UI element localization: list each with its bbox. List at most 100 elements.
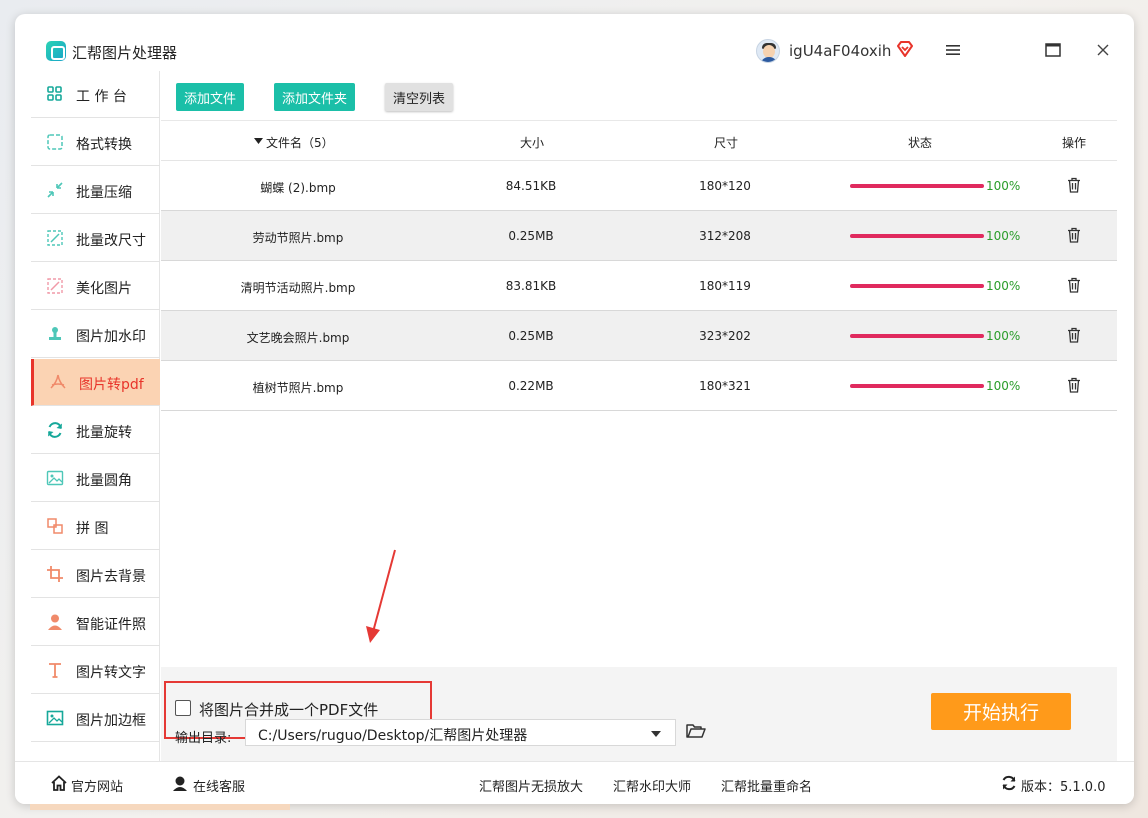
headset-icon	[173, 776, 187, 791]
trash-icon[interactable]	[1067, 177, 1081, 193]
sidebar-item-3[interactable]: 批量改尺寸	[31, 215, 160, 262]
sidebar-item-6[interactable]: 图片转pdf	[31, 359, 160, 406]
table-row[interactable]: 文艺晚会照片.bmp 0.25MB 323*202 100%	[161, 311, 1117, 361]
sidebar-item-4[interactable]: 美化图片	[31, 263, 160, 310]
footer-link-watermark[interactable]: 汇帮水印大师	[613, 776, 691, 795]
close-icon	[1097, 44, 1109, 56]
username[interactable]: igU4aF04oxih	[789, 42, 891, 60]
file-table: 文件名（5） 大小 尺寸 状态 操作 蝴蝶 (2).bmp 84.51KB 180*…	[161, 121, 1117, 411]
sidebar-item-label: 格式转换	[76, 137, 132, 153]
progress-bar	[850, 234, 984, 238]
start-button[interactable]: 开始执行	[931, 693, 1071, 730]
table-row[interactable]: 植树节照片.bmp 0.22MB 180*321 100%	[161, 361, 1117, 411]
trash-icon[interactable]	[1067, 277, 1081, 293]
merge-pdf-checkbox[interactable]	[175, 700, 191, 716]
trash-icon[interactable]	[1067, 327, 1081, 343]
close-button[interactable]	[1089, 36, 1117, 64]
header-size: 大小	[520, 136, 545, 150]
sidebar-item-label: 图片转文字	[76, 665, 146, 681]
footer-link-upscale[interactable]: 汇帮图片无损放大	[479, 776, 583, 795]
puzzle-icon	[46, 517, 64, 535]
folder-open-icon[interactable]	[686, 723, 706, 739]
refresh-icon[interactable]	[1001, 775, 1017, 791]
header-status: 状态	[908, 136, 933, 150]
table-header: 文件名（5） 大小 尺寸 状态 操作	[161, 121, 1117, 161]
app-logo-icon	[46, 41, 66, 61]
sidebar-item-13[interactable]: 图片加边框	[31, 695, 160, 742]
progress-percent: 100%	[986, 379, 1021, 393]
online-support-link[interactable]: 在线客服	[193, 776, 245, 795]
file-size-cell: 0.25MB	[508, 329, 554, 343]
resize-icon	[46, 229, 64, 247]
person-icon	[46, 613, 64, 631]
sidebar-item-label: 图片转pdf	[79, 377, 144, 393]
file-name-cell: 劳动节照片.bmp	[252, 231, 344, 245]
menu-button[interactable]	[939, 36, 967, 64]
sidebar-item-9[interactable]: 拼 图	[31, 503, 160, 550]
maximize-button[interactable]	[1039, 36, 1067, 64]
trash-icon[interactable]	[1067, 227, 1081, 243]
add-folder-button[interactable]: 添加文件夹	[274, 83, 356, 111]
app-title: 汇帮图片处理器	[72, 44, 178, 62]
round-corner-icon	[46, 469, 64, 487]
vip-diamond-icon[interactable]	[896, 41, 914, 57]
watermark-icon	[46, 325, 64, 343]
file-dimension-cell: 180*321	[699, 379, 751, 393]
progress-bar	[850, 184, 984, 188]
output-dir-value: C:/Users/ruguo/Desktop/汇帮图片处理器	[258, 728, 528, 744]
sidebar-item-12[interactable]: 图片转文字	[31, 647, 160, 694]
output-dir-label: 输出目录:	[175, 731, 232, 746]
footer: 官方网站 在线客服 汇帮图片无损放大 汇帮水印大师 汇帮批量重命名 版本：5.1…	[15, 761, 1134, 804]
progress-percent: 100%	[986, 279, 1021, 293]
table-row[interactable]: 清明节活动照片.bmp 83.81KB 180*119 100%	[161, 261, 1117, 311]
trash-icon[interactable]	[1067, 377, 1081, 393]
beautify-icon	[46, 277, 64, 295]
decorative-strip	[30, 804, 290, 810]
file-dimension-cell: 180*120	[699, 179, 751, 193]
title-bar: 汇帮图片处理器 igU4aF04oxih	[15, 14, 1134, 72]
merge-pdf-label[interactable]: 将图片合并成一个PDF文件	[199, 699, 378, 720]
sidebar-item-0[interactable]: 工 作 台	[31, 71, 160, 118]
header-dimension: 尺寸	[714, 136, 739, 150]
sidebar-item-8[interactable]: 批量圆角	[31, 455, 160, 502]
sidebar-item-label: 拼 图	[76, 521, 109, 537]
hamburger-icon	[946, 45, 960, 55]
version-label: 版本：5.1.0.0	[1021, 780, 1106, 795]
app-window: 汇帮图片处理器 igU4aF04oxih 工 作 台格式转换批量压缩批量改尺寸美…	[15, 14, 1134, 804]
sidebar-item-7[interactable]: 批量旋转	[31, 407, 160, 454]
sidebar-item-label: 智能证件照	[76, 617, 146, 633]
sidebar-item-2[interactable]: 批量压缩	[31, 167, 160, 214]
add-file-button[interactable]: 添加文件	[176, 83, 245, 111]
convert-icon	[46, 133, 64, 151]
sidebar-item-label: 批量改尺寸	[76, 233, 146, 249]
sidebar-item-label: 批量旋转	[76, 425, 132, 441]
table-row[interactable]: 蝴蝶 (2).bmp 84.51KB 180*120 100%	[161, 161, 1117, 211]
header-filename[interactable]: 文件名（5）	[266, 134, 334, 151]
official-website-link[interactable]: 官方网站	[71, 776, 123, 795]
sidebar-item-11[interactable]: 智能证件照	[31, 599, 160, 646]
progress-percent: 100%	[986, 229, 1021, 243]
sort-down-icon[interactable]	[254, 138, 263, 144]
file-dimension-cell: 180*119	[699, 279, 751, 293]
file-dimension-cell: 312*208	[699, 229, 751, 243]
progress-percent: 100%	[986, 179, 1021, 193]
pdf-icon	[49, 373, 67, 391]
progress-percent: 100%	[986, 329, 1021, 343]
sidebar-item-label: 图片加边框	[76, 713, 146, 729]
table-row[interactable]: 劳动节照片.bmp 0.25MB 312*208 100%	[161, 211, 1117, 261]
compress-icon	[46, 181, 64, 199]
clear-list-button[interactable]: 清空列表	[385, 83, 454, 111]
sidebar: 工 作 台格式转换批量压缩批量改尺寸美化图片 图片加水印图片转pdf 批量旋转批量圆…	[31, 71, 160, 761]
sidebar-item-10[interactable]: 图片去背景	[31, 551, 160, 598]
home-icon	[51, 775, 67, 791]
avatar[interactable]	[756, 39, 780, 63]
sidebar-item-5[interactable]: 图片加水印	[31, 311, 160, 358]
header-action: 操作	[1062, 136, 1087, 150]
footer-link-rename[interactable]: 汇帮批量重命名	[721, 776, 812, 795]
crop-icon	[46, 565, 64, 583]
sidebar-item-1[interactable]: 格式转换	[31, 119, 160, 166]
sidebar-item-label: 工 作 台	[76, 89, 127, 105]
progress-bar	[850, 384, 984, 388]
sidebar-item-label: 批量压缩	[76, 185, 132, 201]
output-dir-select[interactable]: C:/Users/ruguo/Desktop/汇帮图片处理器	[245, 719, 676, 746]
